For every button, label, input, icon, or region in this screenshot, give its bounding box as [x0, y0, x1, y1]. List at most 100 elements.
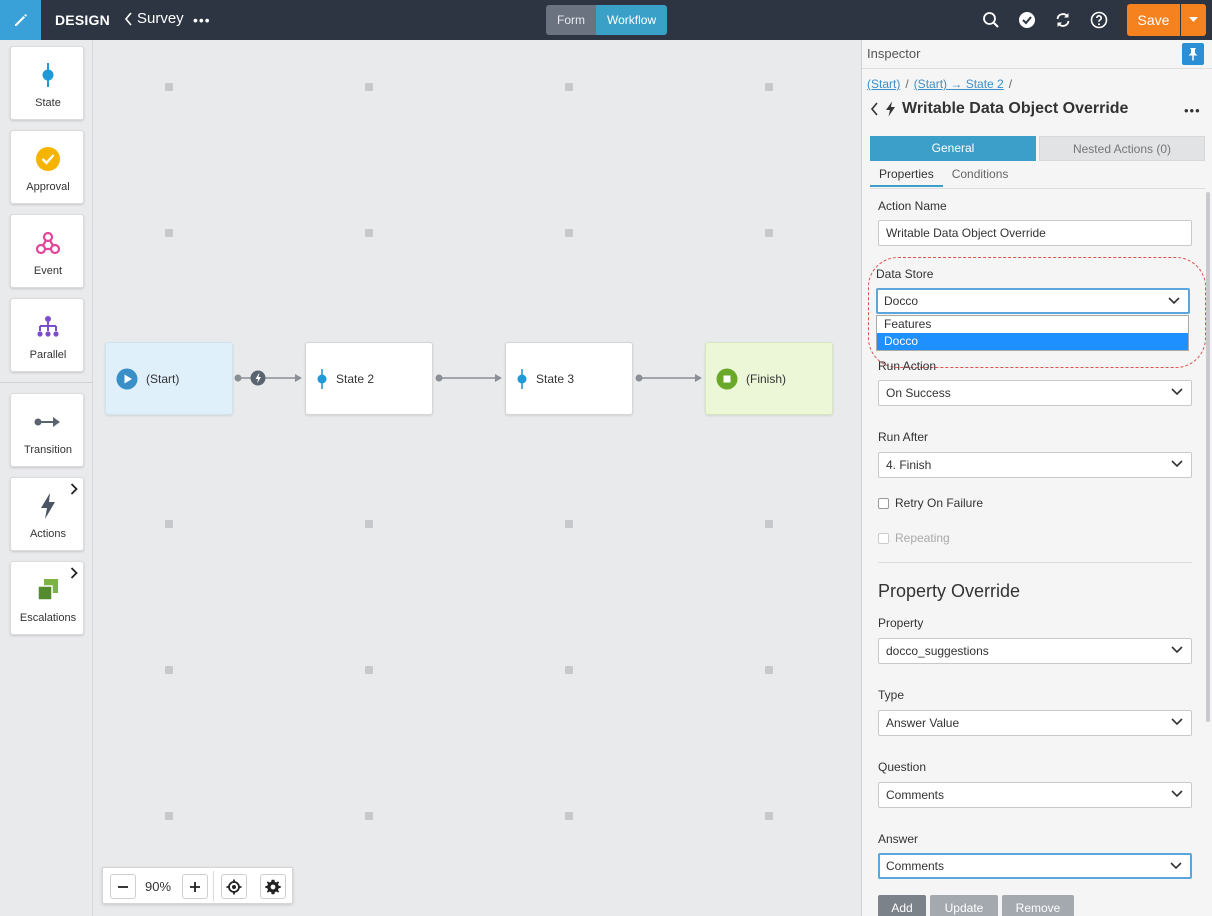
- retry-label: Retry On Failure: [895, 496, 984, 510]
- check-circle-icon: [1019, 12, 1035, 28]
- type-label: Type: [878, 688, 905, 702]
- plus-icon: [190, 881, 200, 892]
- escalations-icon: [37, 579, 58, 601]
- type-value: Answer Value: [886, 716, 960, 730]
- node-start[interactable]: (Start): [105, 342, 233, 415]
- breadcrumb-transition[interactable]: (Start) → State 2: [914, 77, 1004, 91]
- repeating-label: Repeating: [895, 531, 950, 545]
- tab-general[interactable]: General: [870, 136, 1036, 161]
- answer-value: Comments: [886, 859, 945, 873]
- tool-label: Transition: [24, 444, 72, 456]
- action-name-label: Action Name: [878, 199, 947, 213]
- back-button[interactable]: Survey: [124, 10, 184, 27]
- property-label: Property: [878, 616, 924, 630]
- help-icon: [1090, 11, 1108, 29]
- caret-down-icon: [1189, 17, 1198, 22]
- dropdown-option-features[interactable]: Features: [877, 316, 1188, 333]
- transition-start-state2[interactable]: [234, 370, 303, 386]
- refresh-button[interactable]: [1053, 10, 1073, 30]
- subtabs-divider: [870, 188, 1205, 189]
- mode-workflow-button[interactable]: Workflow: [596, 5, 668, 35]
- node-state-2[interactable]: State 2: [305, 342, 433, 415]
- question-select[interactable]: Comments: [878, 782, 1192, 808]
- grid-dot: [365, 812, 373, 820]
- breadcrumb-start[interactable]: (Start): [867, 77, 900, 91]
- section-title: Property Override: [878, 581, 1021, 601]
- chevron-down-icon: [1171, 646, 1183, 654]
- grid-dot: [165, 812, 173, 820]
- save-button[interactable]: Save: [1127, 4, 1180, 36]
- breadcrumb: (Start) / (Start) → State 2/: [867, 77, 1013, 91]
- action-title: Writable Data Object Override: [902, 100, 1129, 117]
- action-name-input[interactable]: Writable Data Object Override: [878, 220, 1192, 246]
- tool-event[interactable]: Event: [10, 214, 84, 288]
- mode-switch: Form Workflow: [546, 5, 668, 35]
- approval-icon: [36, 147, 60, 171]
- update-button[interactable]: Update: [930, 895, 998, 916]
- inspector-header: Inspector: [862, 40, 1212, 69]
- node-state-3[interactable]: State 3: [505, 342, 633, 415]
- chevron-down-icon: [1171, 718, 1183, 726]
- data-store-label: Data Store: [876, 267, 934, 281]
- grid-dot: [765, 812, 773, 820]
- tool-state[interactable]: State: [10, 46, 84, 120]
- chevron-left-icon[interactable]: [870, 102, 879, 116]
- run-action-select[interactable]: On Success: [878, 380, 1192, 406]
- run-after-value: 4. Finish: [886, 458, 932, 472]
- answer-select[interactable]: Comments: [878, 853, 1192, 879]
- grid-dot: [565, 812, 573, 820]
- edit-pencil-button[interactable]: [0, 0, 41, 40]
- dropdown-option-docco[interactable]: Docco: [877, 333, 1188, 350]
- canvas-settings-button[interactable]: [260, 874, 286, 899]
- save-options-button[interactable]: [1181, 4, 1206, 36]
- design-label: DESIGN: [55, 12, 110, 28]
- stop-icon: [716, 368, 738, 389]
- remove-button[interactable]: Remove: [1002, 895, 1074, 916]
- node-label: State 3: [536, 371, 575, 386]
- property-select[interactable]: docco_suggestions: [878, 638, 1192, 664]
- tool-transition[interactable]: Transition: [10, 393, 84, 467]
- tool-label: State: [35, 97, 61, 109]
- tool-label: Event: [33, 265, 63, 277]
- tool-approval[interactable]: Approval: [10, 130, 84, 204]
- tool-actions[interactable]: Actions: [10, 477, 84, 551]
- property-value: docco_suggestions: [886, 644, 989, 658]
- retry-on-failure-checkbox[interactable]: Retry On Failure: [878, 496, 983, 510]
- refresh-icon: [1056, 13, 1070, 27]
- gear-icon: [265, 879, 281, 894]
- node-finish[interactable]: (Finish): [705, 342, 833, 415]
- search-button[interactable]: [981, 10, 1001, 30]
- chevron-down-icon: [1171, 790, 1183, 798]
- chevron-down-icon: [1168, 297, 1180, 305]
- mode-form-button[interactable]: Form: [546, 5, 596, 35]
- subtab-conditions[interactable]: Conditions: [943, 167, 1018, 187]
- question-label: Question: [878, 760, 927, 774]
- search-icon: [983, 12, 999, 28]
- zoom-out-button[interactable]: [110, 874, 136, 899]
- run-after-select[interactable]: 4. Finish: [878, 452, 1192, 478]
- node-label: (Finish): [746, 371, 787, 386]
- parallel-icon: [37, 316, 59, 337]
- subtab-properties[interactable]: Properties: [870, 167, 943, 187]
- top-bar: DESIGN Survey ••• Form Workflow Save: [0, 0, 1212, 40]
- checkbox-box[interactable]: [878, 497, 889, 509]
- tool-escalations[interactable]: Escalations: [10, 561, 84, 635]
- data-store-select[interactable]: Docco: [876, 288, 1190, 314]
- validate-button[interactable]: [1017, 10, 1037, 30]
- help-button[interactable]: [1089, 10, 1109, 30]
- add-button[interactable]: Add: [878, 895, 926, 916]
- center-view-button[interactable]: [221, 874, 247, 899]
- zoom-in-button[interactable]: [182, 874, 208, 899]
- transition-state3-finish[interactable]: [635, 374, 703, 382]
- type-select[interactable]: Answer Value: [878, 710, 1192, 736]
- pin-button[interactable]: [1182, 43, 1204, 65]
- play-icon: [116, 368, 138, 389]
- tab-nested-actions[interactable]: Nested Actions (0): [1039, 136, 1205, 161]
- data-store-value: Docco: [884, 294, 919, 308]
- transition-state2-state3[interactable]: [435, 374, 503, 382]
- workflow-canvas[interactable]: (Start) State 2 State 3 (Finish) 90%: [94, 40, 861, 916]
- more-menu-button[interactable]: •••: [193, 12, 211, 28]
- inspector-scrollbar[interactable]: [1206, 192, 1210, 722]
- action-more-button[interactable]: •••: [1184, 103, 1201, 118]
- tool-parallel[interactable]: Parallel: [10, 298, 84, 372]
